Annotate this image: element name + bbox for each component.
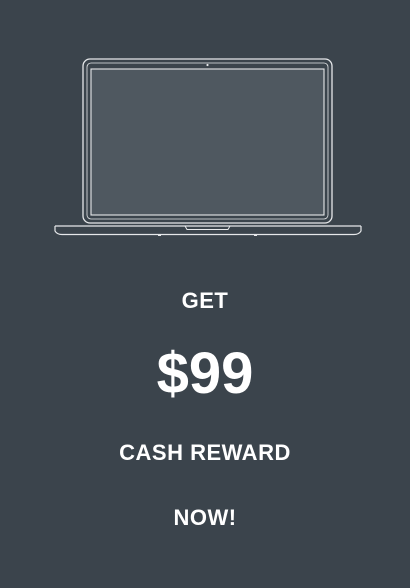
- get-label: GET: [181, 288, 229, 313]
- cash-reward-label: CASH REWARD: [119, 440, 291, 465]
- reward-amount: $99: [156, 341, 254, 406]
- cash-reward-promo: GET $99 CASH REWARD NOW!: [0, 0, 410, 588]
- laptop-icon: [54, 58, 362, 236]
- now-label: NOW!: [173, 505, 237, 530]
